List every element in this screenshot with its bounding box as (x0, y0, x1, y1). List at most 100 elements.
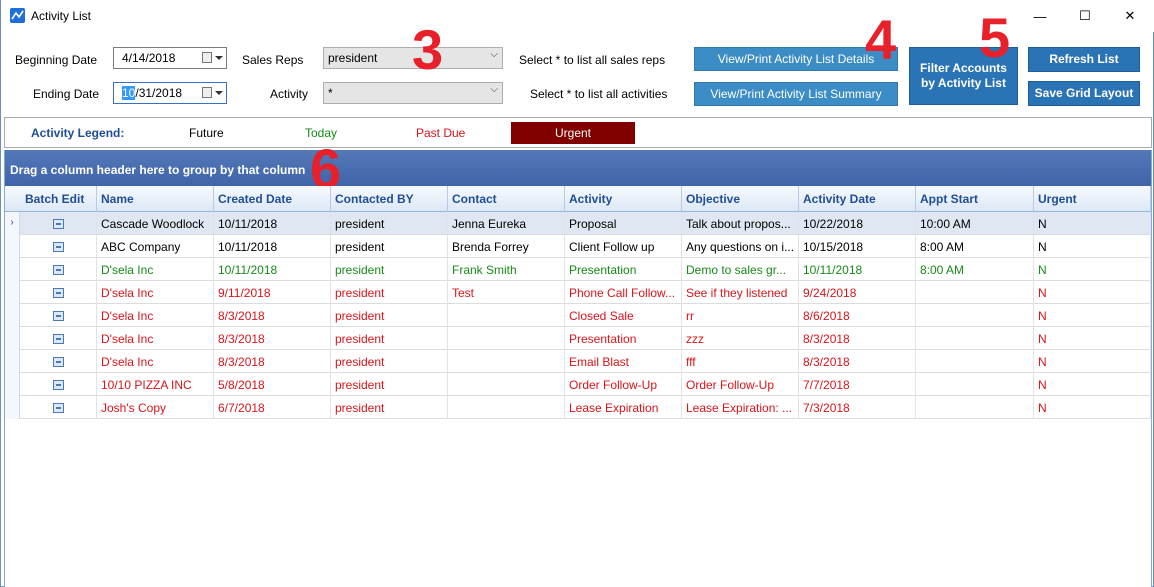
cell-name[interactable]: ABC Company (97, 235, 214, 258)
cell-activity-date[interactable]: 8/3/2018 (799, 350, 916, 373)
cell-contact[interactable]: Test (448, 281, 565, 304)
beginning-date-picker[interactable]: 4/14/2018 (113, 47, 227, 69)
cell-contact[interactable] (448, 304, 565, 327)
cell-activity-date[interactable]: 9/24/2018 (799, 281, 916, 304)
row-indicator[interactable] (5, 327, 20, 350)
save-grid-layout-button[interactable]: Save Grid Layout (1028, 81, 1140, 106)
minimize-icon[interactable]: — (1017, 0, 1063, 32)
batch-edit-icon[interactable] (53, 380, 64, 390)
calendar-icon[interactable] (202, 52, 212, 63)
cell-urgent[interactable]: N (1034, 396, 1151, 419)
table-row[interactable]: › Cascade Woodlock 10/11/2018 president Jenn… (5, 212, 1151, 235)
cell-activity[interactable]: Phone Call Follow... (565, 281, 682, 304)
cell-appt-start[interactable] (916, 396, 1034, 419)
current-row-indicator[interactable]: › (5, 212, 20, 235)
cell-activity[interactable]: Order Follow-Up (565, 373, 682, 396)
batch-edit-icon[interactable] (53, 311, 64, 321)
cell-activity[interactable]: Client Follow up (565, 235, 682, 258)
cell-contact[interactable] (448, 396, 565, 419)
ending-date-picker[interactable]: 10/31/2018 (113, 82, 227, 104)
cell-objective[interactable]: fff (682, 350, 799, 373)
cell-name[interactable]: D'sela Inc (97, 304, 214, 327)
row-indicator[interactable] (5, 373, 20, 396)
group-by-panel[interactable]: Drag a column header here to group by th… (5, 150, 1151, 186)
cell-urgent[interactable]: N (1034, 212, 1151, 235)
cell-objective[interactable]: Order Follow-Up (682, 373, 799, 396)
cell-urgent[interactable]: N (1034, 373, 1151, 396)
column-header-batch-edit[interactable]: Batch Edit (21, 186, 97, 212)
table-row[interactable]: D'sela Inc 8/3/2018 president Presentation … (5, 327, 1151, 350)
calendar-icon[interactable] (202, 87, 212, 98)
chevron-down-icon[interactable] (215, 91, 223, 95)
column-header-contacted-by[interactable]: Contacted BY (331, 186, 448, 212)
cell-name[interactable]: Josh's Copy (97, 396, 214, 419)
cell-objective[interactable]: Demo to sales gr... (682, 258, 799, 281)
column-header-activity-date[interactable]: Activity Date (799, 186, 916, 212)
chevron-down-icon[interactable]: ⌵ (490, 49, 498, 60)
cell-contacted-by[interactable]: president (331, 258, 448, 281)
cell-objective[interactable]: Talk about propos... (682, 212, 799, 235)
cell-appt-start[interactable] (916, 373, 1034, 396)
table-row[interactable]: 10/10 PIZZA INC 5/8/2018 president Order Fo… (5, 373, 1151, 396)
close-icon[interactable]: ✕ (1107, 0, 1153, 32)
activity-select[interactable]: * ⌵ (323, 82, 503, 104)
cell-activity-date[interactable]: 7/7/2018 (799, 373, 916, 396)
cell-activity[interactable]: Presentation (565, 327, 682, 350)
column-header-name[interactable]: Name (97, 186, 214, 212)
column-header-created-date[interactable]: Created Date (214, 186, 331, 212)
table-row[interactable]: D'sela Inc 8/3/2018 president Closed Sale rr… (5, 304, 1151, 327)
row-indicator[interactable] (5, 235, 20, 258)
batch-edit-icon[interactable] (53, 357, 64, 367)
cell-appt-start[interactable] (916, 350, 1034, 373)
cell-contacted-by[interactable]: president (331, 235, 448, 258)
cell-activity-date[interactable]: 10/22/2018 (799, 212, 916, 235)
cell-contact[interactable] (448, 327, 565, 350)
cell-contacted-by[interactable]: president (331, 304, 448, 327)
cell-contacted-by[interactable]: president (331, 327, 448, 350)
column-header-contact[interactable]: Contact (448, 186, 565, 212)
cell-appt-start[interactable] (916, 327, 1034, 350)
batch-edit-icon[interactable] (53, 334, 64, 344)
cell-contact[interactable]: Frank Smith (448, 258, 565, 281)
batch-edit-icon[interactable] (53, 288, 64, 298)
cell-contacted-by[interactable]: president (331, 281, 448, 304)
cell-activity-date[interactable]: 10/11/2018 (799, 258, 916, 281)
cell-urgent[interactable]: N (1034, 327, 1151, 350)
cell-name[interactable]: D'sela Inc (97, 350, 214, 373)
view-print-summary-button[interactable]: View/Print Activity List Summary (694, 82, 898, 106)
cell-urgent[interactable]: N (1034, 350, 1151, 373)
cell-appt-start[interactable]: 10:00 AM (916, 212, 1034, 235)
chevron-down-icon[interactable]: ⌵ (490, 84, 498, 95)
table-row[interactable]: Josh's Copy 6/7/2018 president Lease Expira… (5, 396, 1151, 419)
cell-name[interactable]: D'sela Inc (97, 258, 214, 281)
batch-edit-icon[interactable] (53, 219, 64, 229)
cell-urgent[interactable]: N (1034, 304, 1151, 327)
cell-activity[interactable]: Lease Expiration (565, 396, 682, 419)
cell-created-date[interactable]: 10/11/2018 (214, 258, 331, 281)
cell-objective[interactable]: Any questions on i... (682, 235, 799, 258)
cell-created-date[interactable]: 5/8/2018 (214, 373, 331, 396)
cell-appt-start[interactable] (916, 304, 1034, 327)
cell-created-date[interactable]: 6/7/2018 (214, 396, 331, 419)
cell-urgent[interactable]: N (1034, 235, 1151, 258)
column-header-appt-start[interactable]: Appt Start (916, 186, 1034, 212)
cell-activity[interactable]: Email Blast (565, 350, 682, 373)
cell-contact[interactable] (448, 350, 565, 373)
cell-contact[interactable] (448, 373, 565, 396)
cell-activity[interactable]: Presentation (565, 258, 682, 281)
cell-contact[interactable]: Brenda Forrey (448, 235, 565, 258)
cell-created-date[interactable]: 9/11/2018 (214, 281, 331, 304)
cell-appt-start[interactable]: 8:00 AM (916, 258, 1034, 281)
table-row[interactable]: D'sela Inc 9/11/2018 president Test Phone Ca… (5, 281, 1151, 304)
table-row[interactable]: D'sela Inc 10/11/2018 president Frank Smith… (5, 258, 1151, 281)
cell-urgent[interactable]: N (1034, 258, 1151, 281)
cell-created-date[interactable]: 8/3/2018 (214, 304, 331, 327)
cell-objective[interactable]: See if they listened (682, 281, 799, 304)
row-indicator[interactable] (5, 258, 20, 281)
cell-created-date[interactable]: 10/11/2018 (214, 212, 331, 235)
row-indicator[interactable] (5, 350, 20, 373)
cell-created-date[interactable]: 8/3/2018 (214, 327, 331, 350)
cell-urgent[interactable]: N (1034, 281, 1151, 304)
cell-name[interactable]: 10/10 PIZZA INC (97, 373, 214, 396)
chevron-down-icon[interactable] (215, 56, 223, 60)
